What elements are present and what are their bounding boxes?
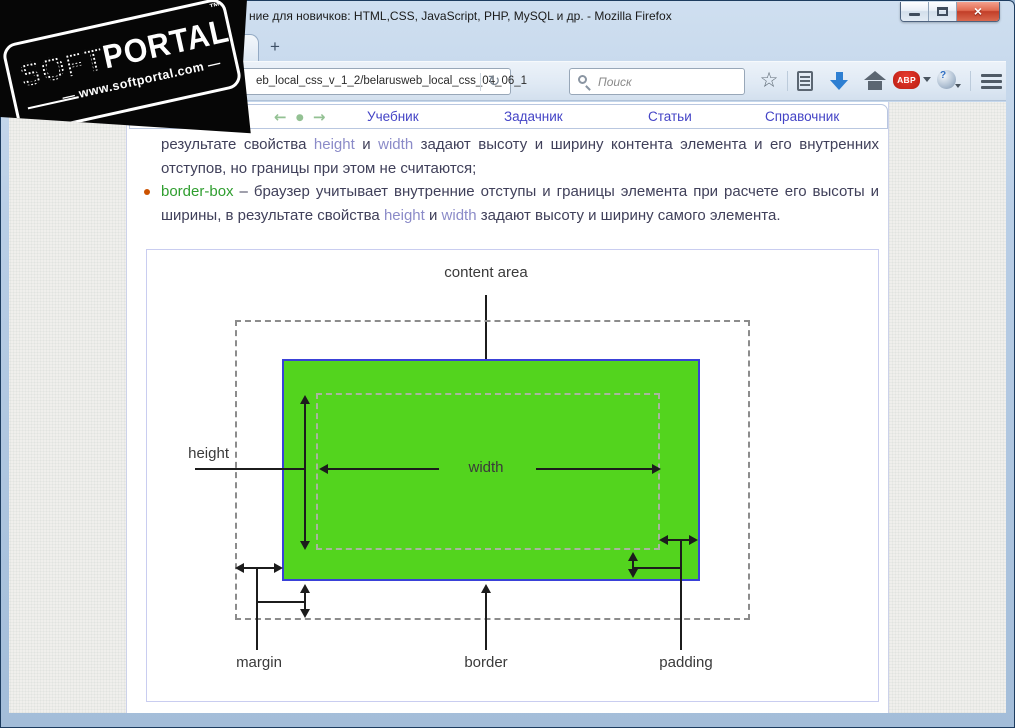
reload-icon[interactable]: ↻: [483, 71, 505, 92]
window-title: ние для новичков: HTML,CSS, JavaScript, …: [249, 9, 672, 23]
height-keyword: height: [313, 136, 355, 153]
toolbar-divider: [970, 71, 971, 91]
clipboard-line: [800, 76, 810, 78]
search-input[interactable]: Поиск: [569, 68, 745, 95]
text-run: задают высоту и ширину самого элемента.: [476, 206, 781, 224]
width-arrow-left-head: [319, 464, 328, 474]
page-viewport: ← ● → Учебник Задачник Статьи Справочник…: [9, 102, 1006, 713]
home-button[interactable]: [861, 67, 889, 95]
box-model-diagram: content area width height margin border …: [146, 249, 879, 702]
close-icon: ×: [973, 3, 983, 19]
toolbar-divider: [787, 71, 788, 91]
width-arrow-left-line: [328, 468, 439, 470]
window-controls: ×: [900, 2, 1000, 22]
text-run: и: [424, 206, 442, 224]
menu-button[interactable]: [977, 67, 1005, 95]
text-run: результате свойства: [161, 136, 314, 153]
height-arrow-bottom-head: [300, 541, 310, 550]
urlbar-divider: [480, 73, 481, 91]
hamburger-bar: [981, 86, 1002, 89]
width-keyword: width: [378, 136, 414, 153]
text-run: и: [354, 136, 379, 153]
margin-pointer-vline: [256, 568, 258, 650]
margin-label: margin: [236, 654, 282, 671]
clipboard-line: [800, 80, 810, 82]
padding-connector-line: [632, 567, 680, 569]
softportal-stamp: SOFTPORTAL ™ — www.softportal.com —: [0, 0, 244, 134]
privacy-globe-icon[interactable]: ?: [937, 70, 956, 89]
nav-link-uchebnik[interactable]: Учебник: [367, 109, 419, 124]
trademark-symbol: ™: [208, 0, 222, 15]
border-label: border: [464, 654, 508, 671]
article-text: результате свойства height и width задаю…: [144, 133, 879, 227]
home-icon-body: [868, 81, 882, 90]
forward-arrow-icon[interactable]: →: [313, 108, 328, 126]
content-area-label: content area: [444, 264, 528, 281]
margin-connector-line: [256, 601, 305, 603]
adblock-caret-icon[interactable]: [923, 77, 931, 86]
width-arrow-right-line: [536, 468, 652, 470]
bottom-margin-arrow-down-head: [300, 609, 310, 618]
width-label: width: [468, 459, 504, 476]
height-pointer-line: [195, 468, 305, 470]
page-nav-arrows[interactable]: ← ● →: [274, 108, 344, 126]
screenshot-root: ние для новичков: HTML,CSS, JavaScript, …: [0, 0, 1015, 728]
search-icon: [578, 75, 587, 84]
right-padding-arrow-line: [667, 539, 690, 541]
question-mark: ?: [940, 70, 947, 81]
hamburger-icon: [981, 74, 1002, 77]
clipboard-line: [800, 84, 810, 86]
globe-caret-icon[interactable]: [955, 84, 961, 91]
maximize-button[interactable]: [929, 2, 957, 21]
paragraph-continuation: результате свойства height и width задаю…: [161, 133, 879, 180]
width-arrow-right-head: [652, 464, 661, 474]
nav-dot-icon[interactable]: ●: [296, 113, 306, 123]
minimize-button[interactable]: [901, 2, 929, 21]
padding-pointer-vline: [680, 540, 682, 650]
home-icon: [864, 71, 886, 80]
softportal-watermark: SOFTPORTAL ™ — www.softportal.com —: [0, 0, 251, 134]
hamburger-bar: [981, 80, 1002, 83]
right-padding-arrow-right-head: [689, 535, 698, 545]
close-button[interactable]: ×: [957, 2, 999, 21]
width-keyword: width: [441, 206, 477, 224]
nav-link-spravochnik[interactable]: Справочник: [765, 109, 839, 124]
height-keyword: height: [383, 206, 425, 224]
border-pointer-line: [485, 591, 487, 650]
back-arrow-icon[interactable]: ←: [274, 108, 289, 126]
new-tab-button[interactable]: +: [263, 37, 287, 58]
downloads-button[interactable]: [825, 67, 853, 95]
border-box-keyword: border-box: [161, 183, 234, 201]
download-arrow-head: [830, 80, 848, 90]
list-item-border-box: border-box – браузер учитывает внутренни…: [144, 180, 879, 227]
search-placeholder: Поиск: [598, 75, 632, 89]
padding-label: padding: [659, 654, 713, 671]
margin-arrow-line: [243, 567, 274, 569]
bookmark-star-icon[interactable]: ☆: [755, 67, 783, 95]
bottom-margin-arrow-line: [304, 591, 306, 610]
minimize-icon: [909, 13, 920, 16]
nav-link-stati[interactable]: Статьи: [648, 109, 692, 124]
maximize-icon: [937, 7, 948, 16]
margin-arrow-right-head: [274, 563, 283, 573]
height-label: height: [188, 445, 229, 462]
bottom-padding-arrow-down-head: [628, 569, 638, 578]
bookmarks-list-icon[interactable]: [791, 67, 819, 95]
nav-link-zadachnik[interactable]: Задачник: [504, 109, 563, 124]
height-arrow-line: [304, 402, 306, 542]
adblock-plus-button[interactable]: ABP: [893, 71, 920, 89]
